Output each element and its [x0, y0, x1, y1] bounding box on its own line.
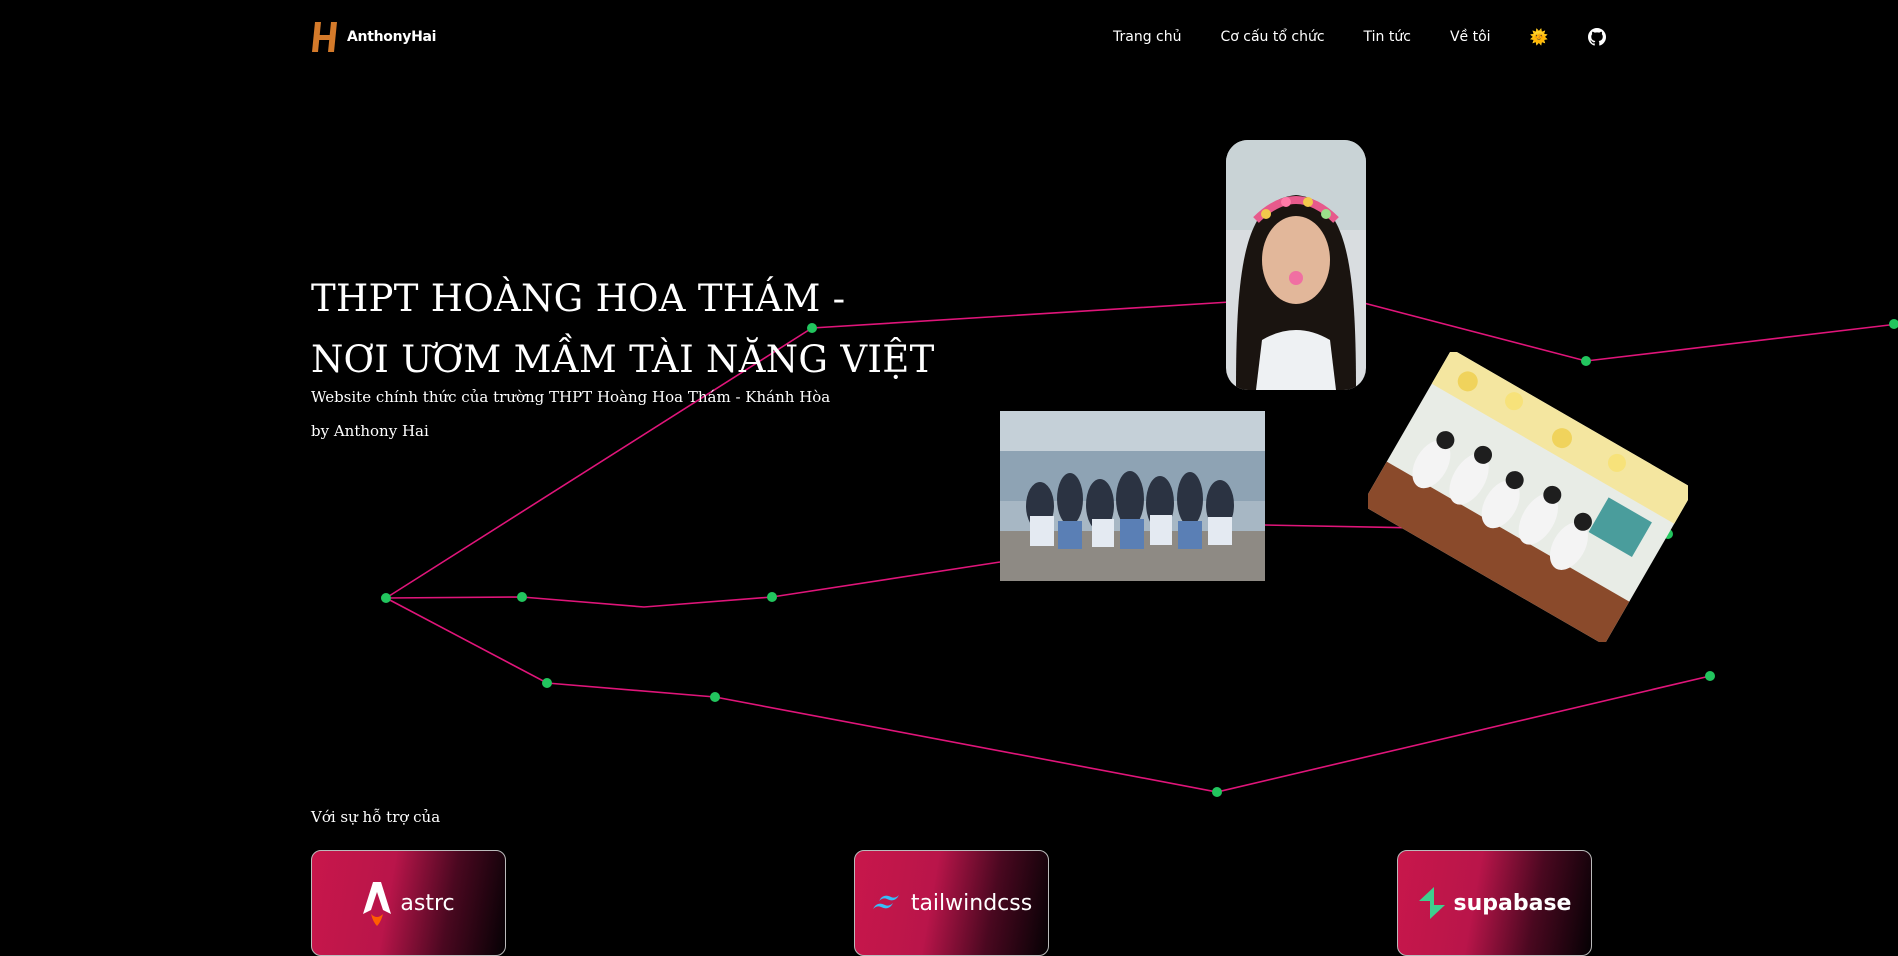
network-dot	[381, 593, 391, 603]
network-dot	[767, 592, 777, 602]
network-dot	[1705, 671, 1715, 681]
partner-card-astro[interactable]: astrc	[311, 850, 506, 956]
support-heading: Với sự hỗ trợ của	[311, 808, 441, 826]
top-navigation: AnthonyHai Trang chủ Cơ cấu tổ chức Tin …	[311, 18, 1898, 58]
github-icon[interactable]	[1588, 28, 1607, 46]
supabase-icon	[1418, 887, 1445, 919]
network-dot	[1212, 787, 1222, 797]
nav-home[interactable]: Trang chủ	[1113, 29, 1181, 45]
brand-name: AnthonyHai	[347, 29, 437, 45]
network-dot	[542, 678, 552, 688]
hero-subtitle: Website chính thức của trường THPT Hoàng…	[311, 388, 831, 406]
network-dot	[517, 592, 527, 602]
nav-news[interactable]: Tin tức	[1364, 29, 1411, 45]
hero-title: THPT HOÀNG HOA THÁM - NƠI ƯƠM MẦM TÀI NĂ…	[311, 268, 935, 390]
classroom-photo	[1368, 352, 1688, 642]
partner-card-supabase[interactable]: supabase	[1397, 850, 1592, 956]
brand-logo[interactable]: AnthonyHai	[311, 20, 436, 54]
partner-label-astro: astrc	[400, 890, 455, 916]
h-logo-icon	[312, 22, 337, 52]
sun-icon[interactable]: 🌞	[1530, 28, 1549, 46]
nav-organization[interactable]: Cơ cấu tổ chức	[1220, 29, 1324, 45]
hero-title-line-2: NƠI ƯƠM MẦM TÀI NĂNG VIỆT	[311, 338, 935, 381]
network-dot	[710, 692, 720, 702]
hero-byline: by Anthony Hai	[311, 422, 429, 440]
tailwind-icon	[872, 895, 899, 909]
partner-label-tailwindcss: tailwindcss	[910, 890, 1033, 916]
portrait-photo	[1226, 140, 1366, 390]
network-dot	[1889, 319, 1898, 329]
nav-links: Trang chủ Cơ cấu tổ chức Tin tức Về tôi …	[1113, 28, 1607, 46]
group-photo-beach	[1000, 411, 1265, 581]
partner-card-tailwindcss[interactable]: tailwindcss	[854, 850, 1049, 956]
astro-icon	[363, 882, 392, 926]
nav-about[interactable]: Về tôi	[1450, 29, 1491, 45]
partner-label-supabase: supabase	[1453, 890, 1572, 916]
hero-title-line-1: THPT HOÀNG HOA THÁM -	[311, 277, 846, 320]
